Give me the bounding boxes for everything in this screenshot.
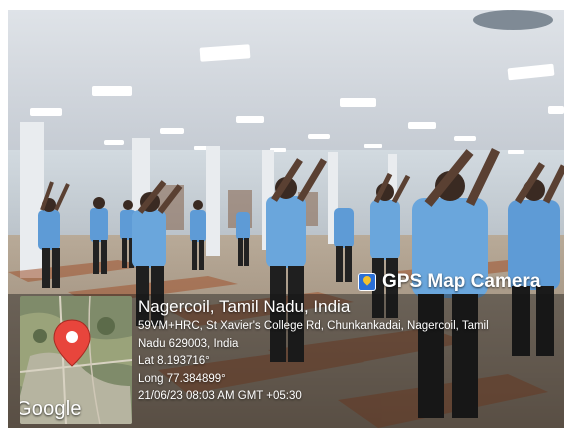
location-overlay: Google Nagercoil, Tamil Nadu, India 59VM… — [8, 294, 564, 428]
brand-label: GPS Map Camera — [382, 271, 541, 292]
gps-map-camera-icon — [358, 273, 376, 291]
longitude: Long 77.384899° — [138, 372, 226, 385]
location-title: Nagercoil, Tamil Nadu, India — [138, 297, 351, 316]
address-line-2: Nadu 629003, India — [138, 337, 239, 350]
address-line-1: 59VM+HRC, St Xavier's College Rd, Chunka… — [138, 320, 489, 332]
latitude: Lat 8.193716° — [138, 355, 210, 367]
photo-frame: GPS Map Camera Google Nagercoil, Tamil N — [0, 0, 566, 430]
google-attribution: Google — [20, 398, 82, 420]
map-thumbnail[interactable]: Google — [20, 296, 132, 424]
location-details: Nagercoil, Tamil Nadu, India 59VM+HRC, S… — [138, 296, 558, 406]
timestamp: 21/06/23 08:03 AM GMT +05:30 — [138, 390, 302, 402]
gps-map-camera-brand: GPS Map Camera — [358, 270, 540, 294]
